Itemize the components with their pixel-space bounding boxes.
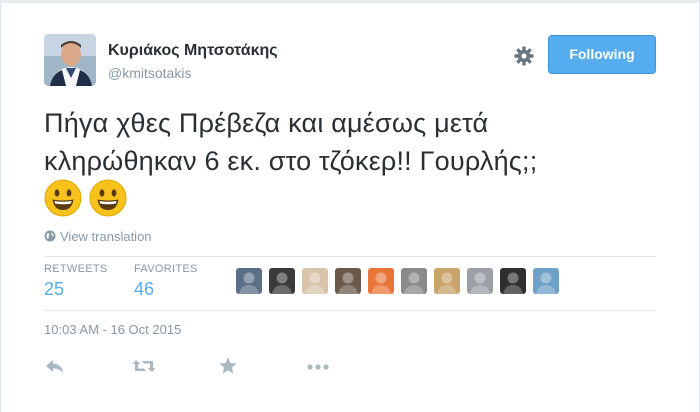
- favorite-icon[interactable]: [218, 356, 242, 376]
- user-handle[interactable]: @kmitsotakis: [108, 65, 191, 81]
- favoriter-avatar[interactable]: [500, 268, 526, 294]
- favoriter-avatar[interactable]: [467, 268, 493, 294]
- divider-top: [44, 256, 656, 257]
- favoriter-avatar[interactable]: [302, 268, 328, 294]
- favorites-label: FAVORITES: [134, 263, 198, 275]
- favoriter-avatar[interactable]: [236, 268, 262, 294]
- tweet-line-2: κληρώθηκαν 6 εκ. στο τζόκερ!! Γουρλής;;: [44, 146, 538, 176]
- emoji-row: [44, 179, 134, 217]
- tweet-line-1: Πήγα χθες Πρέβεζα και αμέσως μετά: [44, 108, 489, 138]
- tweet-timestamp[interactable]: 10:03 AM - 16 Oct 2015: [44, 322, 181, 337]
- smiley-icon: [89, 179, 127, 217]
- more-icon[interactable]: [306, 356, 330, 376]
- favorites-stat[interactable]: FAVORITES 46: [134, 263, 198, 300]
- user-name[interactable]: Κυριάκος Μητσοτάκης: [108, 42, 278, 60]
- gear-icon[interactable]: [512, 44, 536, 68]
- avatar-image: [44, 34, 96, 86]
- favorites-count: 46: [134, 279, 155, 299]
- tweet-text: Πήγα χθες Πρέβεζα και αμέσως μετά κληρώθ…: [44, 104, 664, 180]
- retweets-stat[interactable]: RETWEETS 25: [44, 263, 108, 300]
- retweet-icon[interactable]: [132, 356, 156, 376]
- favoriter-avatar[interactable]: [401, 268, 427, 294]
- avatar[interactable]: [44, 34, 96, 86]
- smiley-icon: [44, 179, 82, 217]
- globe-icon: [44, 230, 56, 242]
- retweets-label: RETWEETS: [44, 263, 108, 275]
- view-translation-link[interactable]: View translation: [44, 229, 152, 244]
- favoriters-avatars: [236, 268, 566, 296]
- favoriter-avatar[interactable]: [368, 268, 394, 294]
- favoriter-avatar[interactable]: [533, 268, 559, 294]
- favoriter-avatar[interactable]: [434, 268, 460, 294]
- view-translation-label: View translation: [60, 229, 152, 244]
- reply-icon[interactable]: [44, 356, 68, 376]
- top-border: [0, 0, 700, 3]
- favoriter-avatar[interactable]: [335, 268, 361, 294]
- following-button[interactable]: Following: [548, 35, 656, 74]
- left-border: [0, 0, 1, 412]
- divider-bottom: [44, 310, 656, 311]
- retweets-count: 25: [44, 279, 65, 299]
- favoriter-avatar[interactable]: [269, 268, 295, 294]
